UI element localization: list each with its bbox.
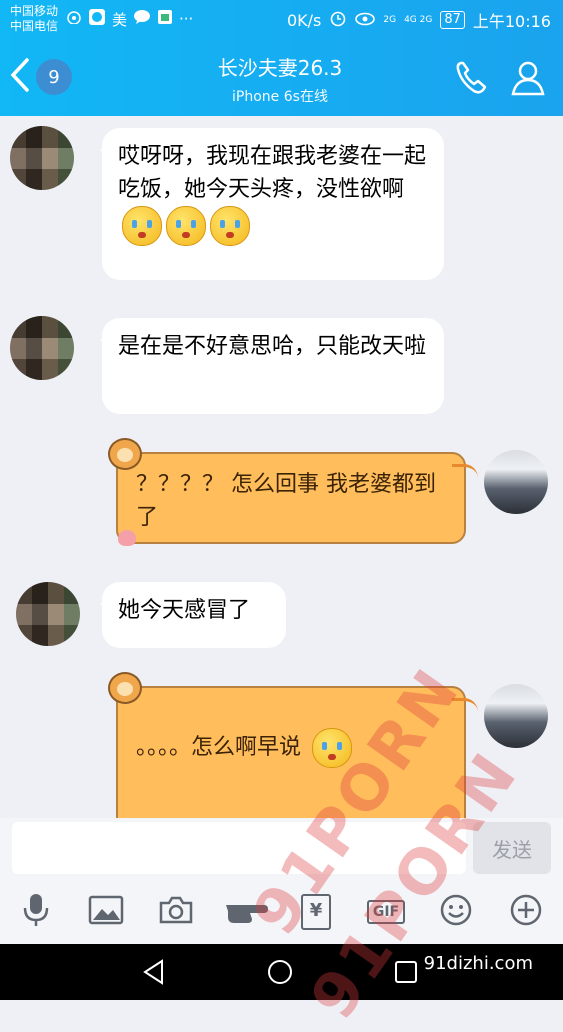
contact-avatar[interactable] [10, 126, 74, 190]
site-watermark: 91dizhi.com [423, 953, 533, 974]
voice-button[interactable] [12, 888, 60, 936]
input-bar: 发送 [0, 818, 563, 880]
eye-comfort-icon [355, 11, 376, 30]
message-text: 。。。。怎么啊早说 [136, 735, 302, 760]
circle-home-icon [266, 960, 294, 990]
crying-emoji-icon [210, 206, 250, 246]
message-bubble-incoming[interactable]: 哎呀呀，我现在跟我老婆在一起吃饭，她今天头疼，没性欲啊 [100, 128, 444, 280]
message-text: 哎呀呀，我现在跟我老婆在一起吃饭，她今天头疼，没性欲啊 [118, 144, 427, 202]
alarm-icon [329, 9, 347, 31]
crying-emoji-icon [166, 206, 206, 246]
qq-notification-icon [88, 8, 106, 30]
phone-icon [452, 61, 492, 102]
message-bubble-incoming[interactable]: 她今天感冒了 [100, 582, 286, 648]
app-badge-meituan: 美 [112, 10, 128, 29]
send-button[interactable]: 发送 [473, 822, 551, 874]
clock: 上午10:16 [472, 12, 551, 31]
signal-2: 4G 2G [404, 15, 433, 25]
chat-title-text: 长沙夫妻26.3 [217, 56, 343, 80]
monkey-sticker-icon [108, 672, 142, 704]
microphone-icon [21, 892, 51, 932]
message-bubble-outgoing[interactable]: ？？？？ 怎么回事 我老婆都到了 [116, 452, 478, 544]
my-avatar[interactable] [484, 450, 548, 514]
notification-icons: 美 ··· [66, 8, 193, 30]
message-text: 是在是不好意思哈，只能改天啦 [118, 334, 427, 359]
nav-home-button[interactable] [266, 958, 294, 990]
system-status: 0K/s 2G 4G 2G 87 上午10:16 [287, 8, 551, 32]
peach-sticker-icon [118, 530, 136, 546]
contact-avatar[interactable] [16, 582, 80, 646]
carrier-info: 中国移动 中国电信 [10, 4, 58, 34]
picture-icon [88, 895, 124, 929]
plus-circle-icon [509, 893, 543, 931]
person-icon [508, 61, 548, 102]
poke-button[interactable] [222, 888, 270, 936]
wifi-hotspot-icon [66, 10, 82, 28]
message-text: 她今天感冒了 [118, 598, 251, 623]
unread-count-badge: 9 [36, 59, 72, 95]
message-bubble-incoming[interactable]: 是在是不好意思哈，只能改天啦 [100, 318, 444, 414]
message-list[interactable]: 哎呀呀，我现在跟我老婆在一起吃饭，她今天头疼，没性欲啊 是在是不好意思哈，只能改… [0, 116, 563, 818]
nav-back-button[interactable] [140, 958, 168, 990]
online-status: iPhone 6s在线 [232, 89, 328, 105]
more-button[interactable] [502, 888, 550, 936]
smiley-icon [439, 893, 473, 931]
back-button[interactable]: 9 [10, 56, 80, 98]
monkey-sticker-icon [108, 438, 142, 470]
gif-button[interactable]: GIF [362, 888, 410, 936]
nav-recents-button[interactable] [394, 960, 418, 988]
camera-button[interactable] [152, 888, 200, 936]
crying-emoji-icon [122, 206, 162, 246]
image-button[interactable] [82, 888, 130, 936]
gif-icon: GIF [366, 900, 406, 924]
contact-avatar[interactable] [10, 316, 74, 380]
bubble-tail [452, 698, 478, 721]
calendar-notification-icon [157, 9, 173, 29]
profile-button[interactable] [508, 58, 548, 98]
input-toolbar: ¥ GIF [0, 880, 563, 944]
red-packet-icon: ¥ [301, 894, 331, 930]
status-bar: 中国移动 中国电信 美 ··· 0K/s 2G 4G 2G 87 上午10:16 [0, 0, 563, 38]
emoji-button[interactable] [432, 888, 480, 936]
net-speed: 0K/s [286, 10, 322, 30]
red-packet-button[interactable]: ¥ [292, 888, 340, 936]
carrier-2: 中国电信 [10, 19, 59, 33]
system-nav-bar: 91dizhi.com [0, 944, 563, 1000]
sweat-emoji-icon [312, 728, 353, 768]
my-avatar[interactable] [484, 684, 548, 748]
square-recents-icon [394, 961, 418, 988]
camera-icon [158, 895, 194, 929]
pointing-hand-icon [224, 895, 268, 929]
chevron-left-icon [10, 58, 30, 96]
message-text: ？？？？ 怎么回事 我老婆都到了 [136, 472, 436, 530]
triangle-back-icon [140, 959, 168, 990]
carrier-1: 中国移动 [10, 4, 59, 18]
chat-title: 长沙夫妻26.3 [150, 52, 410, 81]
message-bubble-outgoing[interactable]: 。。。。怎么啊早说 [116, 686, 478, 818]
call-button[interactable] [452, 58, 492, 98]
bubble-tail [452, 464, 478, 487]
battery-level: 87 [440, 11, 465, 29]
message-notification-icon [133, 9, 151, 29]
more-notifications: ··· [179, 10, 194, 28]
signal-1: 2G [383, 15, 397, 25]
message-input[interactable] [12, 822, 466, 874]
chat-header: 9 长沙夫妻26.3 iPhone 6s在线 [0, 38, 563, 116]
